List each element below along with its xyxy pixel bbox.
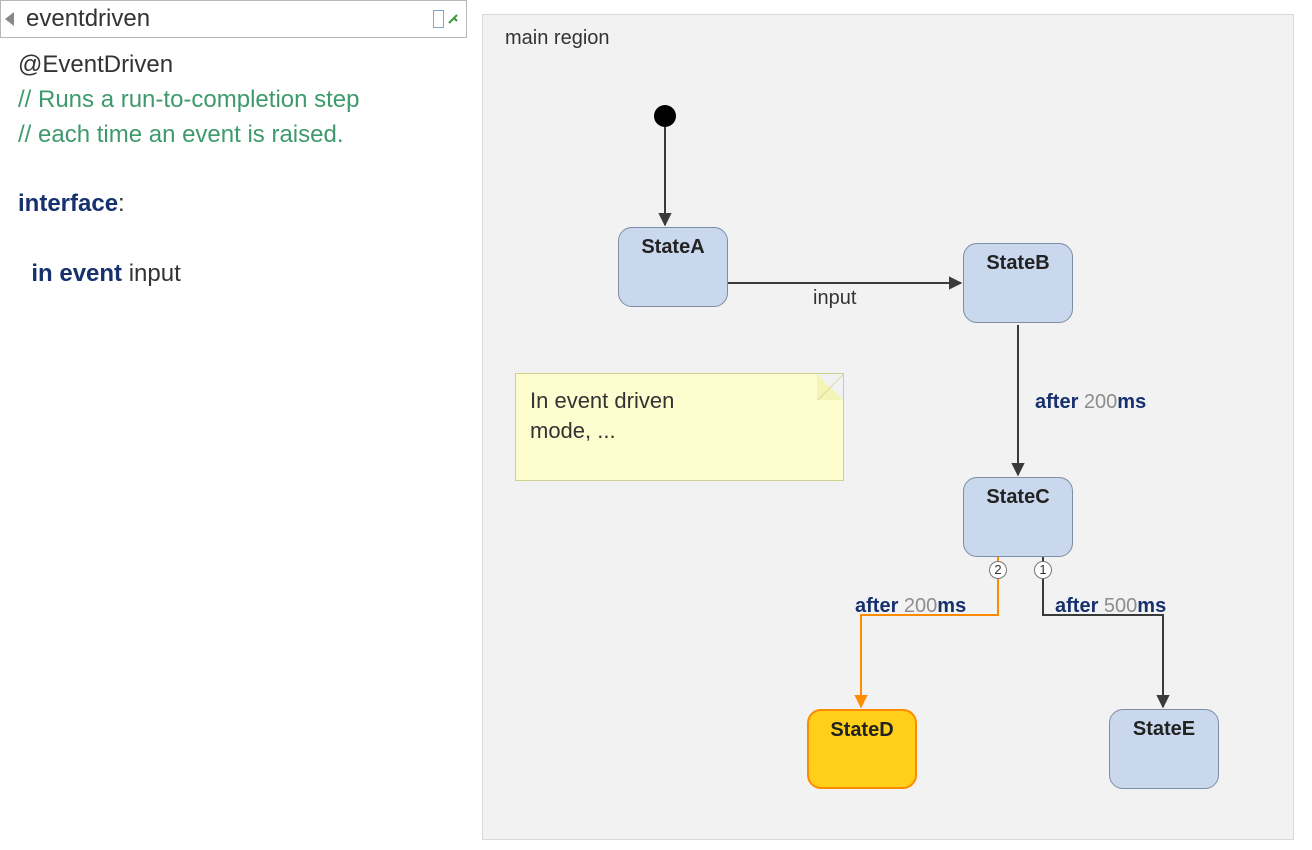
state-a[interactable]: StateA (618, 227, 728, 307)
region-title: main region (505, 27, 610, 50)
panel-view-icon[interactable] (433, 10, 444, 28)
note[interactable]: In event driven mode, ... (515, 373, 844, 481)
state-b[interactable]: StateB (963, 243, 1073, 323)
transition-b-c-label: after 200ms (1035, 391, 1146, 414)
transition-c-d-label: after 200ms (855, 595, 966, 618)
priority-badge-c-e: 1 (1034, 561, 1052, 579)
state-e[interactable]: StateE (1109, 709, 1219, 789)
collapse-left-icon[interactable] (5, 12, 14, 26)
panel-titlebar: eventdriven (0, 0, 467, 38)
state-d-label: StateD (830, 719, 893, 741)
note-line1: In event driven (530, 386, 829, 416)
state-a-label: StateA (641, 236, 704, 258)
state-c-label: StateC (986, 486, 1049, 508)
state-c[interactable]: StateC (963, 477, 1073, 557)
diagram-panel: main region (468, 0, 1312, 850)
state-e-label: StateE (1133, 718, 1195, 740)
statechart-canvas[interactable]: main region (482, 14, 1294, 840)
state-b-label: StateB (986, 252, 1049, 274)
note-line2: mode, ... (530, 416, 829, 446)
pin-icon[interactable] (446, 12, 460, 26)
definition-panel: eventdriven @EventDriven// Runs a run-to… (0, 0, 468, 850)
definition-code[interactable]: @EventDriven// Runs a run-to-completion … (0, 38, 467, 302)
panel-title: eventdriven (20, 5, 150, 33)
state-d[interactable]: StateD (807, 709, 917, 789)
initial-state[interactable] (654, 105, 676, 127)
priority-badge-c-d: 2 (989, 561, 1007, 579)
transition-c-e-label: after 500ms (1055, 595, 1166, 618)
transition-a-b-label: input (813, 287, 856, 310)
